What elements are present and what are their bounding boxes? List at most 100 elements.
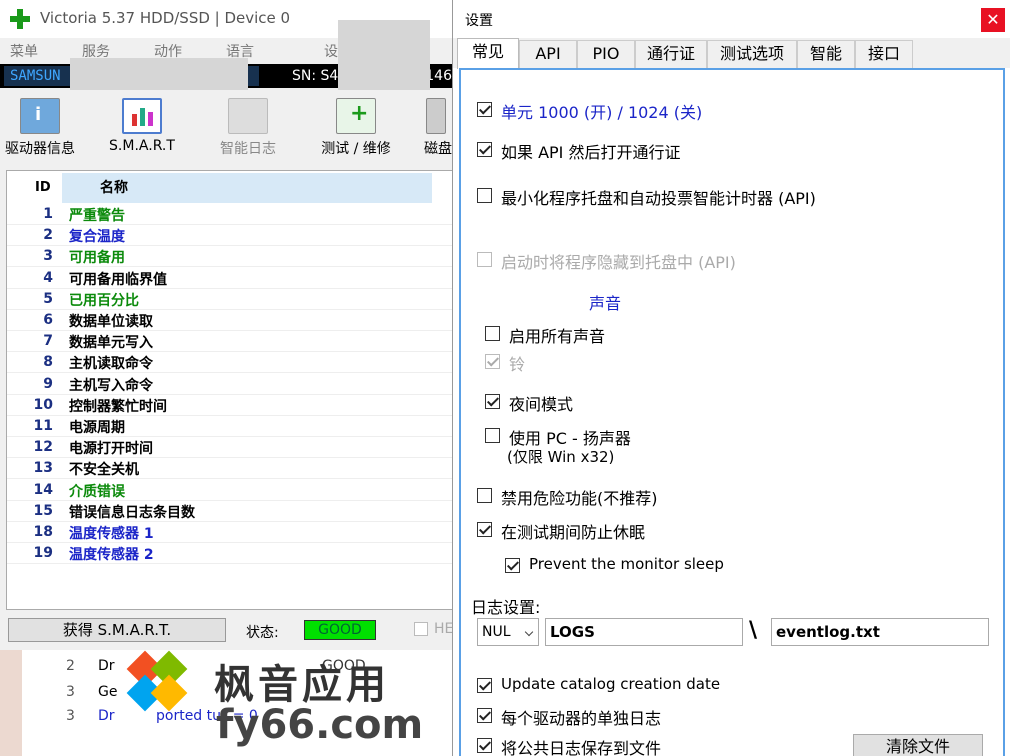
attribute-name: 可用备用 — [69, 250, 125, 267]
log-file-input[interactable]: eventlog.txt — [771, 618, 989, 646]
table-row[interactable]: 2 复合温度 — [7, 225, 455, 247]
victoria-app-icon — [10, 9, 30, 29]
general-tab-panel: 单元 1000 (开) / 1024 (关) 如果 API 然后打开通行证 最小… — [459, 68, 1005, 756]
attribute-id: 3 — [43, 248, 53, 265]
get-smart-button[interactable]: 获得 S.M.A.R.T. — [8, 618, 226, 642]
menu-item-menu[interactable]: 菜单 — [10, 41, 38, 61]
attribute-id: 11 — [33, 418, 53, 434]
attribute-name: 电源周期 — [69, 420, 125, 436]
tab-interface[interactable]: 接口 — [855, 40, 913, 68]
settings-dialog: 设置 ✕ 常见 API PIO 通行证 测试选项 智能 接口 单元 1000 (… — [452, 0, 1010, 756]
attribute-name: 可用备用临界值 — [69, 271, 167, 288]
test-repair-label: 测试 / 维修 — [321, 141, 391, 157]
pc-speaker-checkbox[interactable] — [485, 428, 500, 443]
table-row[interactable]: 8 主机读取命令 — [7, 352, 455, 374]
save-public-log-checkbox[interactable] — [477, 738, 492, 753]
status-label: 状态: — [246, 625, 279, 641]
api-passport-label: 如果 API 然后打开通行证 — [501, 143, 681, 162]
attribute-name: 介质错误 — [69, 483, 125, 500]
col-header-id[interactable]: ID — [35, 180, 51, 195]
dialog-title-bar: 设置 ✕ — [453, 0, 1010, 38]
sound-group-header: 声音 — [589, 294, 622, 313]
prevent-monitor-checkbox[interactable] — [505, 558, 520, 573]
log-settings-label: 日志设置: — [471, 598, 541, 617]
settings-tabs: 常见 API PIO 通行证 测试选项 智能 接口 — [453, 38, 1010, 69]
he-label: HE — [434, 621, 454, 637]
table-row[interactable]: 15 错误信息日志条目数 — [7, 501, 455, 522]
table-row[interactable]: 12 电源打开时间 — [7, 437, 455, 459]
attribute-id: 14 — [33, 481, 53, 498]
close-button[interactable]: ✕ — [981, 8, 1005, 32]
table-row[interactable]: 5 已用百分比 — [7, 289, 455, 310]
menu-item-settings[interactable]: 设 — [324, 41, 338, 61]
minimize-tray-checkbox[interactable] — [477, 188, 492, 203]
tab-pio[interactable]: PIO — [577, 40, 635, 68]
tab-test-options[interactable]: 测试选项 — [707, 40, 797, 68]
attribute-id: 18 — [33, 524, 53, 540]
info-icon — [20, 98, 60, 134]
he-checkbox[interactable] — [414, 622, 428, 636]
attribute-name: 数据单位读取 — [69, 314, 153, 330]
drive-info-label: 驱动器信息 — [5, 141, 75, 157]
bell-label: 铃 — [509, 355, 526, 374]
test-repair-icon — [336, 98, 376, 134]
log-dir-input[interactable]: LOGS — [545, 618, 743, 646]
table-row[interactable]: 18 温度传感器 1 — [7, 522, 455, 543]
smart-button[interactable]: S.M.A.R.T — [96, 90, 188, 160]
table-row[interactable]: 14 介质错误 — [7, 480, 455, 501]
smart-log-button[interactable]: 智能日志 — [202, 90, 294, 160]
hide-startup-checkbox — [477, 252, 492, 267]
disable-danger-label: 禁用危险功能(不推荐) — [501, 489, 658, 508]
table-row[interactable]: 9 主机写入命令 — [7, 374, 455, 395]
unit-label: 单元 1000 (开) / 1024 (关) — [501, 103, 703, 122]
attribute-name: 电源打开时间 — [69, 441, 153, 458]
night-mode-checkbox[interactable] — [485, 394, 500, 409]
tab-api[interactable]: API — [519, 40, 577, 68]
table-row[interactable]: 1 严重警告 — [7, 204, 455, 225]
watermark-url: fy66.com — [216, 702, 424, 748]
attribute-id: 4 — [43, 269, 53, 286]
attribute-id: 1 — [43, 206, 53, 222]
disable-danger-checkbox[interactable] — [477, 488, 492, 503]
update-catalog-checkbox[interactable] — [477, 678, 492, 693]
night-mode-label: 夜间模式 — [509, 395, 574, 414]
minimize-tray-label: 最小化程序托盘和自动投票智能计时器 (API) — [501, 189, 816, 208]
all-sounds-label: 启用所有声音 — [509, 327, 606, 346]
watermark: 枫音应用 fy66.com — [126, 650, 456, 756]
tab-smart[interactable]: 智能 — [797, 40, 855, 68]
table-row[interactable]: 4 可用备用临界值 — [7, 268, 455, 289]
main-window-title: Victoria 5.37 HDD/SSD | Device 0 — [40, 9, 291, 27]
attribute-id: 19 — [33, 545, 53, 562]
smart-status-bar: 获得 S.M.A.R.T. 状态: GOOD HE — [6, 616, 456, 644]
drive-info-button[interactable]: 驱动器信息 — [0, 90, 86, 160]
attribute-name: 复合温度 — [69, 229, 125, 246]
unit-checkbox[interactable] — [477, 102, 492, 117]
attribute-name: 错误信息日志条目数 — [69, 504, 195, 521]
table-row[interactable]: 13 不安全关机 — [7, 458, 455, 480]
table-row[interactable]: 19 温度传感器 2 — [7, 543, 455, 565]
table-row[interactable]: 6 数据单位读取 — [7, 310, 455, 331]
table-row[interactable]: 10 控制器繁忙时间 — [7, 395, 455, 416]
col-header-name[interactable]: 名称 — [62, 173, 432, 203]
test-repair-button[interactable]: 测试 / 维修 — [310, 90, 402, 160]
tab-passport[interactable]: 通行证 — [635, 40, 707, 68]
api-passport-checkbox[interactable] — [477, 142, 492, 157]
table-row[interactable]: 3 可用备用 — [7, 246, 455, 268]
attribute-id: 7 — [43, 333, 53, 350]
smart-log-label: 智能日志 — [220, 141, 276, 157]
all-sounds-checkbox[interactable] — [485, 326, 500, 341]
attribute-name: 控制器繁忙时间 — [69, 398, 167, 415]
prevent-sleep-checkbox[interactable] — [477, 522, 492, 537]
attribute-id: 8 — [43, 354, 53, 371]
status-badge: GOOD — [304, 620, 376, 640]
table-row[interactable]: 7 数据单元写入 — [7, 331, 455, 353]
drive-serial-label: SN: S4 — [292, 68, 339, 84]
attribute-id: 10 — [33, 396, 53, 413]
log-target-select[interactable]: NUL — [477, 618, 539, 646]
attribute-name: 已用百分比 — [69, 292, 139, 309]
smart-log-icon — [228, 98, 268, 134]
tab-general[interactable]: 常见 — [457, 38, 519, 69]
per-drive-log-checkbox[interactable] — [477, 708, 492, 723]
clear-files-button[interactable]: 清除文件 — [853, 734, 983, 756]
table-row[interactable]: 11 电源周期 — [7, 416, 455, 437]
